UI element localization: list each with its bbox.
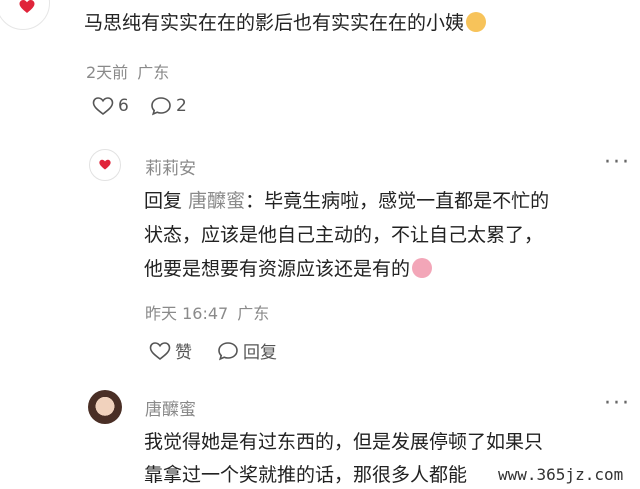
heart-icon [99, 159, 111, 170]
reply1-text-3: 他要是想要有资源应该还是有的 [144, 258, 411, 280]
reply-prefix: 回复 [144, 190, 183, 212]
comment-location: 广东 [137, 63, 170, 82]
reply-to-user[interactable]: 唐醾蜜 [188, 190, 245, 212]
like-button[interactable]: 6 [92, 96, 129, 116]
reply2-text-1: 我觉得她是有过东西的，但是发展停顿了如果只 [144, 431, 544, 453]
site-watermark: www.365jz.com [498, 465, 624, 484]
like-count: 6 [118, 96, 129, 116]
top-avatar[interactable] [0, 0, 50, 30]
comment-time: 2天前 [86, 63, 129, 82]
reply2-author[interactable]: 唐醾蜜 [145, 395, 196, 420]
reply1-meta: 昨天 16:47 广东 [145, 300, 269, 324]
reply1-line-3: 他要是想要有资源应该还是有的 [144, 257, 433, 281]
smile-emoji-icon [466, 12, 487, 32]
face-emoji-icon [412, 258, 433, 278]
heart-icon [19, 0, 35, 13]
heart-outline-icon [149, 341, 171, 360]
comment-text: 马思纯有实实在在的影后也有实实在在的小姨 [84, 11, 487, 35]
reply1-text-1: 毕竟生病啦，感觉一直都是不忙的 [264, 190, 550, 212]
comment-meta: 2天前 广东 [86, 59, 169, 83]
reply1-line-1: 回复 唐醾蜜：毕竟生病啦，感觉一直都是不忙的 [144, 189, 549, 213]
reply1-reply-label: 回复 [243, 343, 277, 363]
reply1-location: 广东 [237, 304, 270, 323]
reply2-avatar[interactable] [88, 390, 122, 424]
reply1-line-2: 状态，应该是他自己主动的，不让自己太累了， [144, 223, 543, 247]
reply1-avatar[interactable] [89, 149, 121, 181]
comment-text-content: 马思纯有实实在在的影后也有实实在在的小姨 [84, 12, 465, 34]
reply2-text-2: 靠拿过一个奖就推的话，那很多人都能 [144, 464, 468, 486]
reply1-reply-button[interactable]: 回复 [217, 338, 277, 363]
reply-count-button[interactable]: 2 [150, 96, 187, 116]
reply1-more-button[interactable]: ··· [604, 150, 631, 175]
reply1-like-button[interactable]: 赞 [149, 338, 192, 363]
reply2-line-1: 我觉得她是有过东西的，但是发展停顿了如果只 [144, 430, 543, 454]
reply-colon: ： [245, 190, 265, 212]
reply1-text-2: 状态，应该是他自己主动的，不让自己太累了， [144, 224, 544, 246]
heart-outline-icon [92, 97, 114, 116]
reply1-time: 昨天 16:47 [145, 304, 229, 323]
comment-bubble-icon [218, 341, 238, 360]
reply2-more-button[interactable]: ··· [604, 391, 631, 416]
reply-count: 2 [176, 96, 187, 116]
comment-bubble-icon [151, 97, 171, 116]
reply2-line-2: 靠拿过一个奖就推的话，那很多人都能 [144, 463, 467, 487]
reply1-like-label: 赞 [175, 343, 192, 363]
reply1-author[interactable]: 莉莉安 [145, 154, 196, 179]
